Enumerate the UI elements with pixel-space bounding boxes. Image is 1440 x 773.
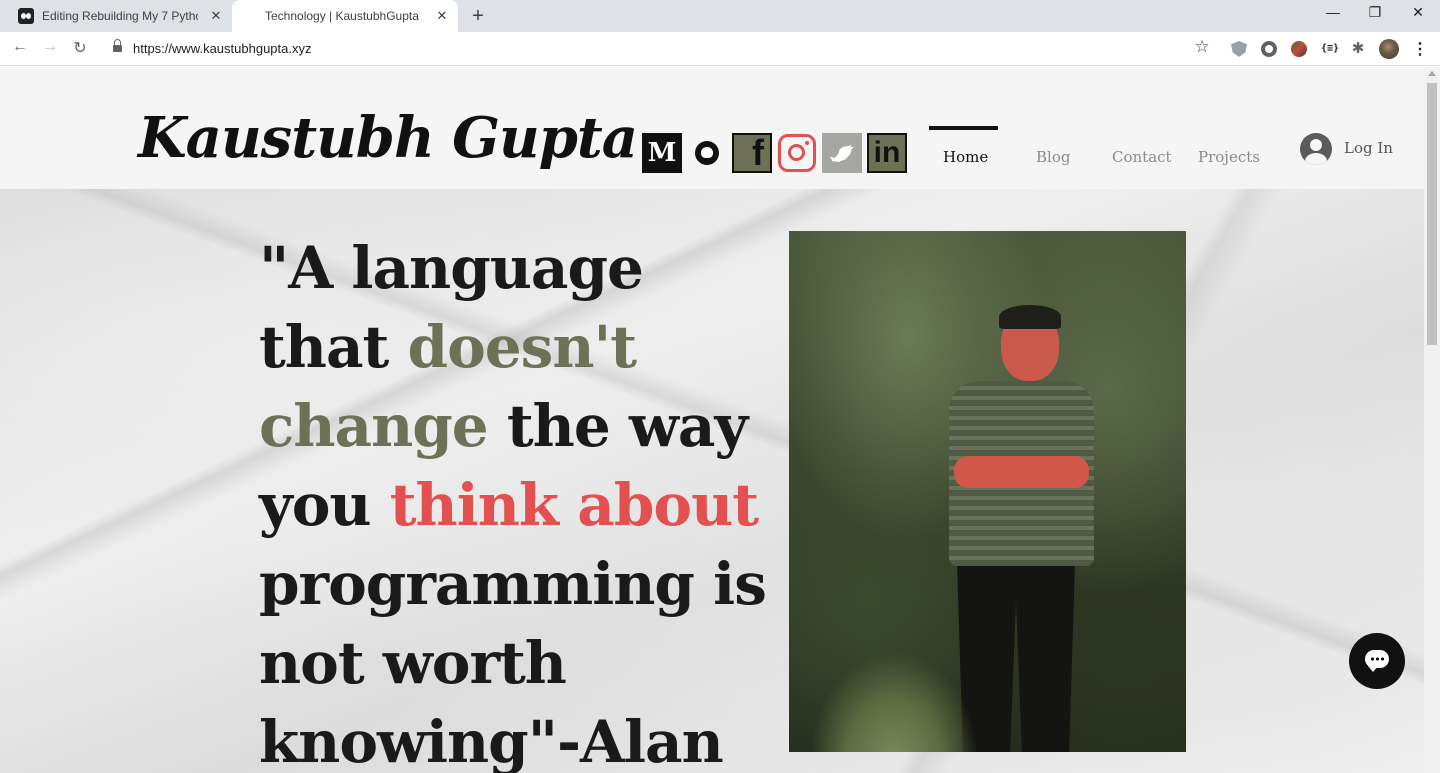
photo-person-hair <box>999 305 1061 329</box>
photo-person-arms <box>954 456 1089 488</box>
tab-title: Editing Rebuilding My 7 Python P <box>42 9 198 23</box>
scroll-thumb[interactable] <box>1427 83 1437 345</box>
new-tab-button[interactable]: + <box>468 5 488 28</box>
hero-quote: "A language that doesn't change the way … <box>259 229 789 773</box>
twitter-bird <box>830 144 854 162</box>
tab-close-icon[interactable]: ✕ <box>208 8 224 24</box>
reload-button[interactable]: ↻ <box>70 38 90 58</box>
scroll-up-arrow[interactable] <box>1428 71 1436 76</box>
tab-close-icon[interactable]: ✕ <box>434 8 450 24</box>
browser-tabstrip: Editing Rebuilding My 7 Python P ✕ Techn… <box>0 0 1440 32</box>
address-bar[interactable]: https://www.kaustubhgupta.xyz <box>133 41 311 56</box>
github-icon[interactable] <box>687 133 727 173</box>
close-window-button[interactable]: ✕ <box>1408 4 1428 21</box>
page-viewport: Kaustubh Gupta M f in Home Blog Contact … <box>0 67 1424 773</box>
shield-extension-icon[interactable] <box>1231 41 1247 57</box>
instagram-mark <box>778 134 816 172</box>
quote-highlight-red: think about <box>389 471 759 539</box>
lock-icon[interactable] <box>113 39 122 53</box>
forward-button[interactable]: → <box>40 38 60 56</box>
twitter-icon[interactable] <box>822 133 862 173</box>
instagram-icon[interactable] <box>777 133 817 173</box>
medium-icon[interactable]: M <box>642 133 682 173</box>
quote-part-3: programming is not worth knowing"-Alan <box>259 550 767 773</box>
grammarly-extension-icon[interactable] <box>1261 41 1277 57</box>
nav-contact[interactable]: Contact <box>1112 148 1172 166</box>
profile-avatar[interactable] <box>1379 39 1399 59</box>
nav-home[interactable]: Home <box>943 148 988 166</box>
nav-blog[interactable]: Blog <box>1036 148 1070 166</box>
browser-tab-technology[interactable]: Technology | KaustubhGupta ✕ <box>232 0 458 32</box>
globe-extension-icon[interactable] <box>1291 41 1307 57</box>
tab-title: Technology | KaustubhGupta <box>265 9 419 23</box>
medium-favicon-icon <box>18 8 34 24</box>
back-button[interactable]: ← <box>10 38 30 56</box>
restore-button[interactable]: ❐ <box>1365 4 1385 21</box>
bookmark-star-icon[interactable]: ☆ <box>1192 37 1212 57</box>
site-logo[interactable]: Kaustubh Gupta <box>138 105 638 171</box>
browser-toolbar: ← → ↻ https://www.kaustubhgupta.xyz ☆ {≡… <box>0 32 1440 66</box>
facebook-icon[interactable]: f <box>732 133 772 173</box>
github-mark <box>695 141 719 165</box>
active-nav-indicator <box>929 126 998 130</box>
json-extension-icon[interactable]: {≡} <box>1321 41 1339 57</box>
browser-tab-editing[interactable]: Editing Rebuilding My 7 Python P ✕ <box>0 0 232 32</box>
chat-dots <box>1370 657 1384 661</box>
chat-icon[interactable] <box>1349 633 1405 689</box>
photo-fern <box>809 651 979 752</box>
hero-section: "A language that doesn't change the way … <box>0 189 1424 773</box>
login-link[interactable]: Log In <box>1344 139 1393 157</box>
nav-projects[interactable]: Projects <box>1198 148 1260 166</box>
user-avatar-icon[interactable] <box>1300 133 1332 165</box>
site-header: Kaustubh Gupta M f in Home Blog Contact … <box>0 67 1424 189</box>
puzzle-icon[interactable]: ✱ <box>1350 41 1366 57</box>
linkedin-icon[interactable]: in <box>867 133 907 173</box>
minimize-button[interactable]: — <box>1323 4 1343 20</box>
page-scrollbar[interactable] <box>1424 67 1440 773</box>
profile-photo <box>789 231 1186 752</box>
browser-menu-icon[interactable]: ⋮ <box>1412 39 1428 59</box>
